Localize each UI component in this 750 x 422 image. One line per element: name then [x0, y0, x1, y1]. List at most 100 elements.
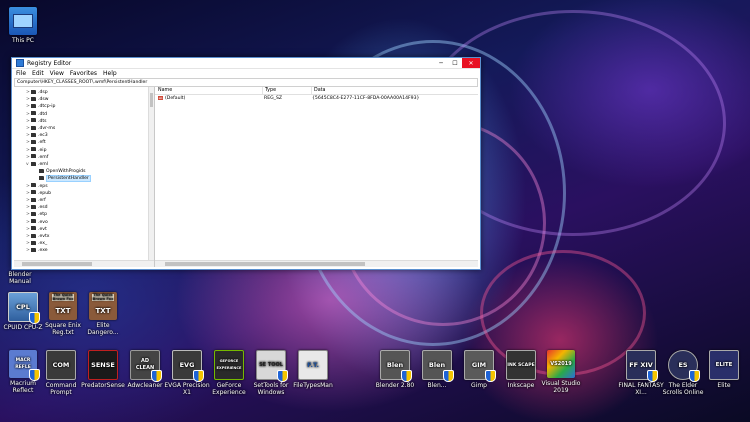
value-name-cell: ab (Default) — [155, 95, 262, 102]
desktop-icon-elite-dangerous-txt[interactable]: The Quick Brown Fox TXT Elite Dangero... — [80, 292, 126, 336]
desktop-icon-label: Blen... — [427, 382, 447, 389]
tree-horizontal-scrollbar[interactable] — [14, 260, 154, 267]
tree-item[interactable]: > .epub — [26, 190, 51, 197]
value-row[interactable]: ab (Default) REG_SZ {5645C8C4-E277-11CF-8… — [155, 95, 478, 102]
desktop-icon-blender[interactable]: Blen Blen... — [414, 350, 460, 389]
filetypesman-icon: F.T. — [298, 350, 328, 380]
tree-item[interactable]: > .dtd — [26, 111, 47, 118]
registry-editor-window[interactable]: Registry Editor ─ ☐ ✕ File Edit View Fav… — [11, 57, 481, 270]
folder-icon — [31, 89, 36, 94]
desktop-icon-visual-studio[interactable]: VS2019 Visual Studio 2019 — [538, 350, 584, 394]
tree-item[interactable]: PersistentHandler — [34, 175, 91, 183]
tree-item[interactable]: > .eps — [26, 183, 48, 190]
scrollbar-thumb[interactable] — [150, 93, 153, 107]
folder-icon — [31, 219, 36, 224]
elite-icon: ELITE — [709, 350, 739, 380]
menu-bar: File Edit View Favorites Help — [12, 69, 480, 78]
command-prompt-icon: COM — [46, 350, 76, 380]
desktop-icon-filetypesman[interactable]: F.T. FileTypesMan — [290, 350, 336, 389]
tree-item-label: .etp — [38, 212, 48, 218]
tree-item[interactable]: > .emf — [26, 154, 48, 161]
tree-item[interactable]: > .dsw — [26, 96, 49, 103]
desktop-icon-blender-280[interactable]: Blen Blender 2.80 — [372, 350, 418, 389]
tree-item-label: .dvr-ms — [38, 126, 56, 131]
string-value-icon: ab — [158, 95, 163, 100]
desktop-icon-gimp[interactable]: GIM Gimp — [456, 350, 502, 389]
shield-icon — [401, 370, 412, 382]
desktop-icon-label: PredatorSense — [81, 382, 125, 389]
menu-favorites[interactable]: Favorites — [70, 70, 97, 77]
geforce-icon: GEFORCE EXPERIENCE — [214, 350, 244, 380]
tree-item-label: .erf — [38, 198, 46, 203]
tree-item[interactable]: > .dvr-ms — [26, 125, 55, 132]
tree-item[interactable]: > .dsp — [26, 89, 48, 96]
desktop-icon-command-prompt[interactable]: COM Command Prompt — [38, 350, 84, 396]
tree-item[interactable]: > .esd — [26, 204, 48, 211]
tree-item[interactable]: > .evtx — [26, 233, 50, 240]
column-header-type[interactable]: Type — [263, 87, 312, 94]
desktop-icon-eso[interactable]: ES The Elder Scrolls Online — [660, 350, 706, 396]
tree-item[interactable]: > .evt — [26, 226, 47, 233]
blender-icon: Blen — [380, 350, 412, 382]
desktop-icon-evga[interactable]: EVG EVGA Precision X1 — [164, 350, 210, 396]
menu-view[interactable]: View — [50, 70, 64, 77]
icon-text: F.T. — [307, 360, 319, 369]
tree-item[interactable]: > .erf — [26, 197, 46, 204]
tree-item-label: .dtcp-ip — [38, 104, 56, 110]
desktop-icon-label: This PC — [12, 37, 34, 44]
folder-icon — [39, 175, 44, 180]
desktop-icon-adwcleaner[interactable]: AD CLEAN Adwcleaner — [122, 350, 168, 389]
folder-icon — [31, 197, 36, 202]
tree-item[interactable]: > .eft — [26, 139, 46, 146]
desktop-icon-label: Elite — [717, 382, 731, 389]
text-file-icon: The Quick Brown Fox TXT — [89, 292, 117, 320]
tree-item-label: .dts — [38, 118, 47, 124]
desktop-icon-predatorsense[interactable]: SENSE PredatorSense — [80, 350, 126, 389]
icon-text: TXT — [95, 307, 111, 315]
tree-item[interactable]: > .eip — [26, 147, 46, 154]
value-list[interactable]: Name Type Data ab (Default) REG_SZ {5645C… — [155, 87, 478, 267]
folder-icon — [31, 183, 36, 188]
menu-help[interactable]: Help — [103, 70, 117, 77]
tree-vertical-scrollbar[interactable] — [148, 87, 154, 261]
tree-item[interactable]: > .dtcp-ip — [26, 103, 55, 110]
value-data: {5645C8C4-E277-11CF-8FDA-00AA00A14F93} — [312, 96, 420, 101]
list-horizontal-scrollbar[interactable] — [155, 260, 478, 267]
folder-icon — [31, 96, 36, 101]
tree-item-label: .evt — [38, 226, 47, 232]
text-file-icon: The Quick Brown Fox TXT — [49, 292, 77, 320]
folder-icon — [31, 204, 36, 209]
maximize-button[interactable]: ☐ — [448, 58, 462, 68]
tree-item[interactable]: > .etp — [26, 211, 47, 218]
desktop-icon-settools[interactable]: SE TOOL SetTools for Windows — [248, 350, 294, 396]
tree-item[interactable]: > .ex_ — [26, 240, 47, 247]
key-tree[interactable]: > .dsp > .dsw > .dtcp-ip > .dtd > .dts > .dvr-ms > .e… — [14, 87, 155, 267]
registry-editor-icon — [16, 59, 24, 67]
folder-icon — [31, 233, 36, 238]
close-button[interactable]: ✕ — [462, 58, 480, 68]
tree-item[interactable]: > .ec3 — [26, 132, 48, 139]
scrollbar-thumb[interactable] — [165, 262, 365, 266]
folder-icon — [31, 147, 36, 152]
scrollbar-thumb[interactable] — [22, 262, 92, 266]
address-bar[interactable]: Computer\HKEY_CLASSES_ROOT\.wmf\Persiste… — [14, 78, 478, 87]
menu-edit[interactable]: Edit — [32, 70, 44, 77]
column-header-name[interactable]: Name — [155, 87, 263, 94]
desktop-icon-elite[interactable]: ELITE Elite — [701, 350, 747, 389]
tree-item[interactable]: OpenWithProgids — [34, 168, 86, 175]
minimize-button[interactable]: ─ — [434, 58, 448, 68]
desktop-icon-this-pc[interactable]: This PC — [0, 7, 46, 44]
desktop-icon-geforce[interactable]: GEFORCE EXPERIENCE GeForce Experience — [206, 350, 252, 396]
icon-text: Blen — [428, 360, 446, 369]
desktop-icon-blender-manual[interactable]: Blender Manual — [0, 271, 40, 285]
tree-item[interactable]: > .dts — [26, 118, 47, 125]
tree-item[interactable]: > .exe — [26, 247, 48, 254]
this-pc-icon — [9, 7, 37, 35]
column-header-data[interactable]: Data — [312, 87, 478, 94]
adwcleaner-icon: AD CLEAN — [130, 350, 162, 382]
desktop-icon-ffxiv[interactable]: FF XIV FINAL FANTASY XI... — [618, 350, 664, 396]
tree-item[interactable]: v .eml — [26, 161, 48, 168]
title-bar[interactable]: Registry Editor ─ ☐ ✕ — [12, 58, 480, 69]
tree-item[interactable]: > .evo — [26, 219, 48, 226]
menu-file[interactable]: File — [16, 70, 26, 77]
